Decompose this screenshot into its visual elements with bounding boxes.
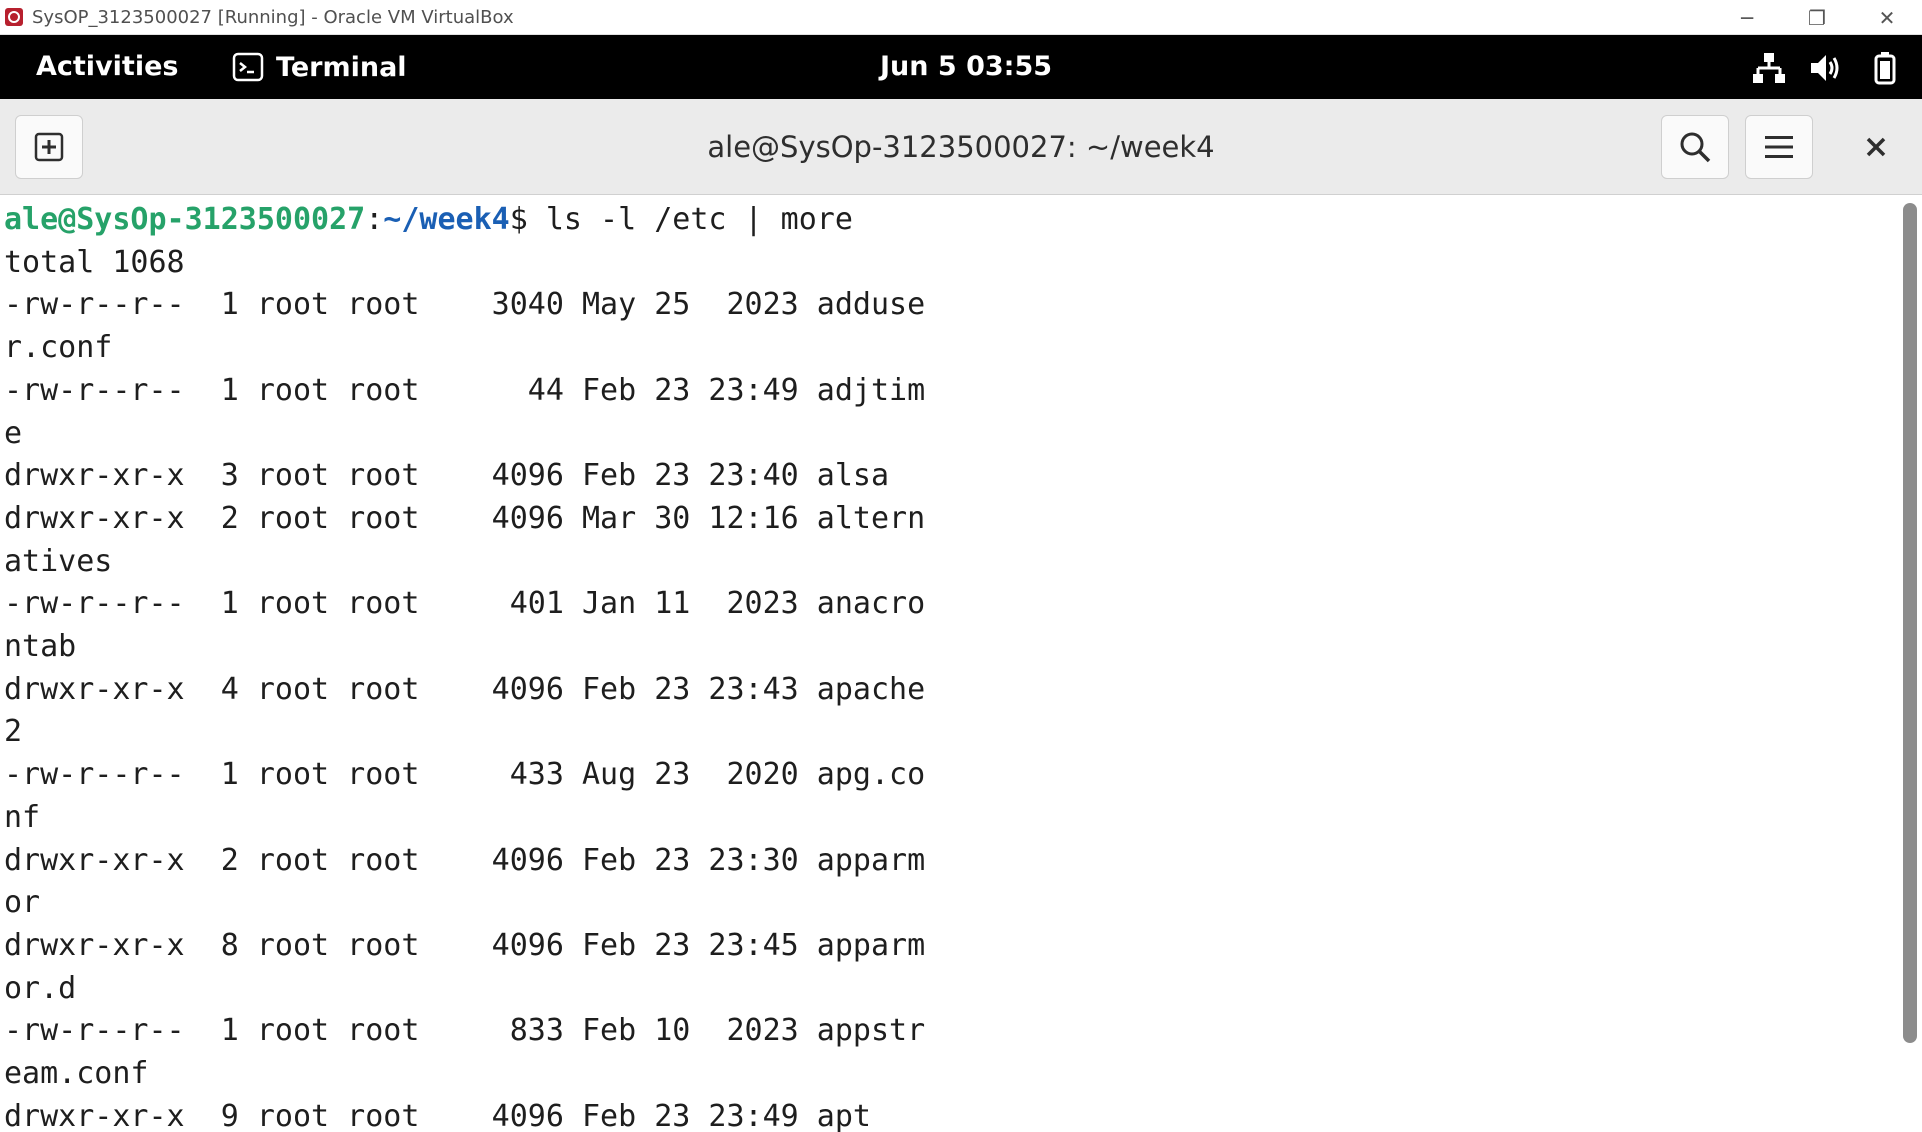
output-line: e — [4, 415, 23, 451]
output-line: drwxr-xr-x 4 root root 4096 Feb 23 23:43… — [4, 671, 926, 707]
host-window-title: SysOP_3123500027 [Running] - Oracle VM V… — [32, 6, 514, 28]
prompt-symbol: $ — [509, 202, 546, 237]
network-wired-icon — [1753, 53, 1785, 83]
menu-button[interactable] — [1745, 115, 1813, 179]
output-line: or.d — [4, 970, 77, 1006]
close-icon: ✕ — [1878, 5, 1896, 30]
terminal-scrollbar[interactable] — [1894, 195, 1922, 1132]
terminal-close-button[interactable] — [1858, 129, 1894, 165]
virtualbox-logo-icon — [5, 8, 23, 26]
new-tab-button[interactable] — [15, 115, 83, 179]
minimize-icon: ─ — [1740, 5, 1754, 30]
command-text: ls -l /etc | more — [545, 202, 853, 237]
search-button[interactable] — [1661, 115, 1729, 179]
output-line: drwxr-xr-x 3 root root 4096 Feb 23 23:40… — [4, 458, 890, 494]
prompt-path: ~/week4 — [383, 202, 510, 237]
output-line: -rw-r--r-- 1 root root 44 Feb 23 23:49 a… — [4, 372, 926, 408]
terminal-headerbar: ale@SysOp-3123500027: ~/week4 — [0, 99, 1922, 195]
prompt-user-host: ale@SysOp-3123500027 — [4, 202, 366, 237]
output-line: -rw-r--r-- 1 root root 401 Jan 11 2023 a… — [4, 586, 926, 622]
output-line: -rw-r--r-- 1 root root 3040 May 25 2023 … — [4, 287, 926, 323]
output-line: ntab — [4, 629, 77, 665]
app-menu-button[interactable]: Terminal — [232, 35, 407, 99]
output-line: drwxr-xr-x 2 root root 4096 Feb 23 23:30… — [4, 842, 926, 878]
minimize-button[interactable]: ─ — [1712, 0, 1782, 35]
output-line: drwxr-xr-x 2 root root 4096 Mar 30 12:16… — [4, 500, 926, 536]
close-icon — [1866, 137, 1886, 157]
output-line: nf — [4, 799, 41, 835]
output-line: total 1068 — [4, 244, 185, 280]
activities-button[interactable]: Activities — [36, 35, 178, 99]
hamburger-menu-icon — [1765, 136, 1793, 158]
terminal-icon — [232, 52, 264, 82]
volume-icon — [1811, 55, 1839, 81]
app-menu-label: Terminal — [276, 51, 407, 83]
output-line: drwxr-xr-x 9 root root 4096 Feb 23 23:49… — [4, 1098, 871, 1132]
system-tray[interactable] — [1732, 35, 1922, 99]
search-icon — [1680, 132, 1711, 163]
output-line: atives — [4, 543, 113, 579]
terminal-content[interactable]: ale@SysOp-3123500027:~/week4$ ls -l /etc… — [0, 195, 1894, 1132]
output-line: -rw-r--r-- 1 root root 833 Feb 10 2023 a… — [4, 1013, 926, 1049]
output-line: r.conf — [4, 330, 113, 366]
terminal-text: ale@SysOp-3123500027:~/week4$ ls -l /etc… — [0, 195, 1894, 1132]
new-tab-icon — [34, 132, 64, 162]
restore-icon: ❐ — [1808, 5, 1826, 30]
scrollbar-thumb[interactable] — [1903, 203, 1917, 1043]
output-line: or — [4, 885, 41, 921]
prompt-separator: : — [365, 202, 384, 237]
host-window-titlebar[interactable]: SysOP_3123500027 [Running] - Oracle VM V… — [0, 0, 1922, 35]
window-close-button[interactable]: ✕ — [1852, 0, 1922, 35]
terminal-window-title: ale@SysOp-3123500027: ~/week4 — [707, 130, 1215, 164]
restore-button[interactable]: ❐ — [1782, 0, 1852, 35]
gnome-top-bar: Activities Terminal Jun 5 03:55 — [0, 35, 1922, 99]
output-line: -rw-r--r-- 1 root root 433 Aug 23 2020 a… — [4, 757, 926, 793]
battery-icon — [1874, 52, 1896, 85]
clock-button[interactable]: Jun 5 03:55 — [880, 35, 1052, 99]
output-line: eam.conf — [4, 1056, 149, 1092]
output-line: 2 — [4, 714, 23, 750]
output-line: drwxr-xr-x 8 root root 4096 Feb 23 23:45… — [4, 927, 926, 963]
